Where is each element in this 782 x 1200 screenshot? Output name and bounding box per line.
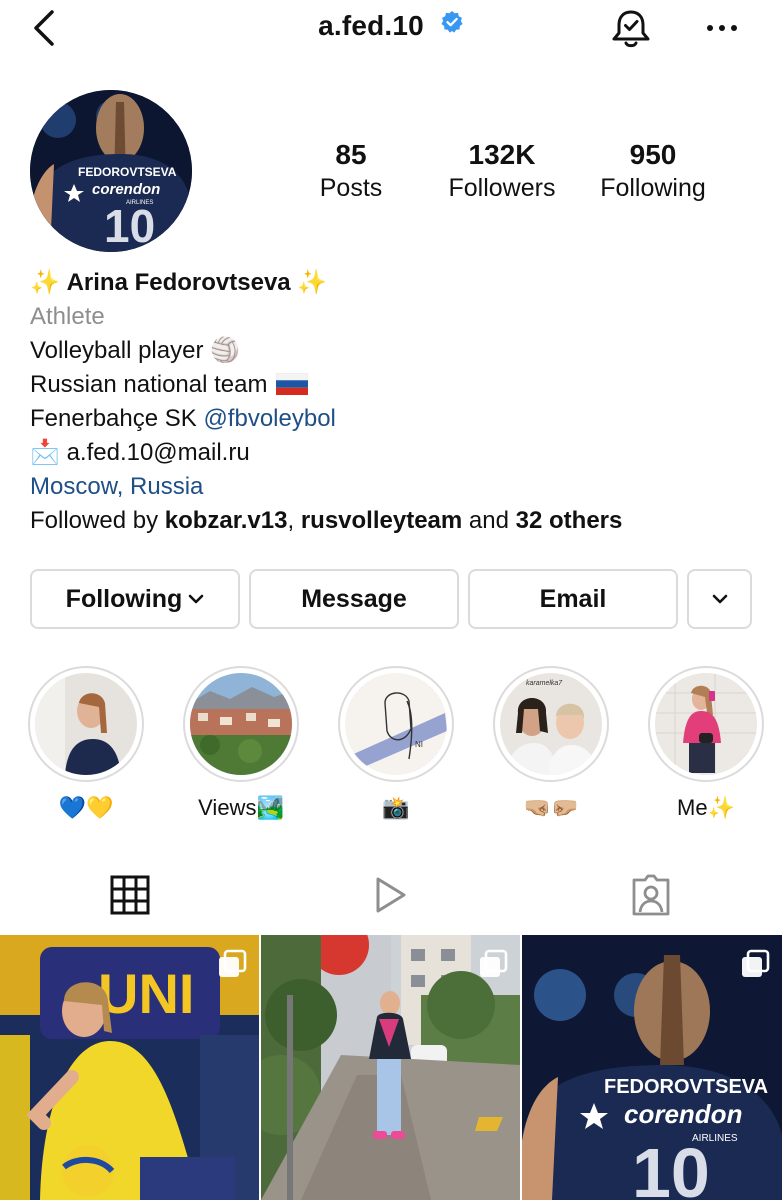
followed-others: 32 others (515, 507, 623, 534)
message-label: Message (301, 584, 407, 613)
highlight-cover (35, 673, 137, 775)
username-label: a.fed.10 (318, 10, 424, 41)
followed-user: kobzar.v13 (164, 507, 288, 534)
message-button[interactable]: Message (249, 569, 459, 629)
display-name: Arina Fedorovtseva (66, 269, 291, 296)
mention-link[interactable]: @fbvoleybol (203, 405, 335, 432)
stat-following[interactable]: 950 Following (578, 138, 728, 204)
tab-tagged[interactable] (630, 870, 672, 920)
highlight-cover: karamelka7 (500, 673, 602, 775)
post-tile[interactable]: FEDOROVTSEVA corendon AIRLINES 10 (522, 935, 782, 1200)
avatar-jersey-brand: corendon (92, 181, 160, 198)
bio-line: Fenerbahçe SK @fbvoleybol (30, 402, 770, 436)
highlight-art-text: NI (415, 740, 423, 749)
reels-play-icon (376, 877, 406, 913)
sparkle-emoji: ✨ (30, 269, 60, 296)
followed-by[interactable]: Followed by kobzar.v13, rusvolleyteam an… (30, 504, 770, 538)
post-jersey-number: 10 (632, 1134, 710, 1200)
post-tile[interactable] (261, 935, 520, 1200)
highlight-tag-text: karamelka7 (526, 680, 563, 687)
stat-label: Following (600, 174, 706, 202)
email-line[interactable]: 📩 a.fed.10@mail.ru (30, 436, 770, 470)
russia-flag-icon (275, 372, 309, 395)
verified-badge-icon (440, 9, 464, 41)
email-label: Email (539, 584, 607, 613)
profile-category: Athlete (30, 303, 105, 330)
tagged-person-icon (632, 874, 670, 916)
bio-line: Russian national team (30, 368, 770, 402)
highlight-caption: Views🏞️ (198, 795, 284, 820)
following-label: Following (65, 584, 183, 613)
highlight-ring: karamelka7 (493, 666, 609, 782)
location-link[interactable]: Moscow, Russia (30, 470, 770, 504)
highlight-ring: NI (338, 666, 454, 782)
tab-reels[interactable] (370, 870, 412, 920)
highlight-cover: NI (345, 673, 447, 775)
more-horizontal-icon (707, 25, 737, 31)
grid-icon (110, 875, 150, 915)
stat-label: Followers (448, 174, 556, 202)
chevron-down-icon (189, 594, 204, 604)
highlight-caption: 🤜🏼🤛🏼 (523, 795, 579, 820)
header-title: a.fed.10 (0, 10, 782, 44)
suggested-accounts-button[interactable] (687, 569, 752, 629)
stat-posts[interactable]: 85 Posts (276, 138, 426, 204)
highlight-cover (655, 673, 757, 775)
tab-grid[interactable] (110, 870, 152, 920)
followed-prefix: Followed by (30, 507, 165, 534)
highlight-item[interactable]: NI 📸 (335, 666, 457, 822)
bio-line: Volleyball player 🏐 (30, 337, 240, 364)
display-name-row: ✨ Arina Fedorovtseva ✨ (30, 266, 770, 300)
bell-check-icon (612, 10, 650, 48)
highlight-ring (28, 666, 144, 782)
following-button[interactable]: Following (30, 569, 240, 629)
highlight-cover (190, 673, 292, 775)
highlight-ring (183, 666, 299, 782)
carousel-icon (480, 949, 508, 977)
email-button[interactable]: Email (468, 569, 678, 629)
stat-value: 85 (335, 139, 367, 170)
carousel-icon (742, 949, 770, 977)
more-options-button[interactable] (704, 10, 740, 46)
followed-mid: and (462, 507, 516, 534)
post-banner-text: UNI (98, 962, 194, 1025)
post-tile[interactable]: UNI (0, 935, 259, 1200)
chevron-down-icon (712, 594, 727, 604)
highlight-caption: Me✨ (677, 795, 735, 820)
stat-followers[interactable]: 132K Followers (427, 138, 577, 204)
carousel-icon (219, 949, 247, 977)
followed-user: rusvolleyteam (300, 507, 463, 534)
stat-value: 132K (468, 139, 536, 170)
avatar-jersey-number: 10 (104, 200, 155, 252)
stat-value: 950 (629, 139, 677, 170)
avatar-jersey-name: FEDOROVTSEVA (78, 165, 177, 179)
highlight-caption: 📸 (382, 795, 410, 820)
notifications-button[interactable] (608, 6, 654, 52)
post-jersey-brand: corendon (624, 1099, 742, 1129)
profile-avatar[interactable]: FEDOROVTSEVA corendon AIRLINES 10 (30, 90, 192, 252)
email-envelope-icon: 📩 (30, 439, 60, 466)
highlight-item[interactable]: Views🏞️ (180, 666, 302, 822)
bio-text: Russian national team (30, 371, 268, 398)
highlight-caption: 💙💛 (58, 795, 114, 820)
bio-text: Fenerbahçe SK (30, 405, 204, 432)
sparkle-emoji: ✨ (297, 269, 328, 296)
post-jersey-name: FEDOROVTSEVA (604, 1076, 768, 1098)
highlight-item[interactable]: karamelka7 🤜🏼🤛🏼 (490, 666, 612, 822)
stat-label: Posts (319, 174, 383, 202)
highlight-item[interactable]: 💙💛 (25, 666, 147, 822)
profile-bio: ✨ Arina Fedorovtseva ✨ Athlete Volleybal… (30, 266, 770, 538)
followed-sep: , (287, 507, 301, 534)
highlight-item[interactable]: Me✨ (645, 666, 767, 822)
highlight-ring (648, 666, 764, 782)
email-text: a.fed.10@mail.ru (66, 439, 250, 466)
